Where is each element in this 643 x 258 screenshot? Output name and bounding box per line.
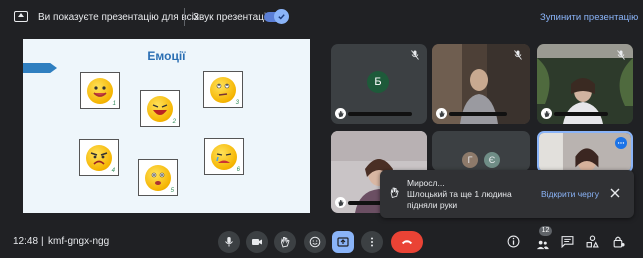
avatar: Є [484, 152, 500, 168]
reactions-button[interactable] [304, 231, 326, 253]
card-number: 3 [235, 100, 239, 106]
raised-hand-icon [436, 108, 447, 119]
camera-icon [252, 239, 262, 245]
camera-button[interactable] [246, 231, 268, 253]
present-screen-icon [14, 11, 28, 22]
presentation-bar: Ви показуєте презентацію для всіх Звук п… [0, 0, 643, 33]
notification-line: Миросл... [407, 178, 445, 188]
separator: | [41, 236, 44, 247]
people-icon[interactable] [536, 238, 549, 251]
redacted-name [554, 111, 608, 116]
chat-icon[interactable] [561, 235, 574, 248]
card-number: 2 [172, 119, 176, 125]
emoji-icon [309, 236, 321, 248]
raised-hand-icon [335, 108, 346, 119]
presentation-sound-toggle[interactable] [264, 9, 289, 24]
emoji-card-thinking: 3 [203, 71, 243, 108]
meeting-code: kmf-gngx-ngg [48, 236, 110, 247]
present-now-button[interactable] [332, 231, 354, 253]
raise-hand-button[interactable] [274, 231, 296, 253]
crying-face-icon [211, 143, 237, 170]
participants-count-badge: 12 [539, 226, 552, 236]
meeting-control-bar: 12:48 | kmf-gngx-ngg 12 [0, 226, 643, 258]
slide-decoration [23, 63, 57, 73]
microphone-button[interactable] [218, 231, 240, 253]
laughing-face-icon [147, 95, 173, 122]
stop-presentation-button[interactable]: Зупинити презентацію [540, 12, 638, 23]
emoji-card-laughing: 2 [140, 90, 180, 127]
raised-hands-notification: Миросл... Шлоцький та ще 1 людина піднял… [380, 170, 634, 218]
emoji-card-happy: 1 [80, 72, 120, 109]
card-number: 1 [112, 101, 116, 107]
mic-off-icon [514, 50, 522, 60]
slide-title: Емоції [147, 49, 186, 63]
more-options-button[interactable] [361, 231, 383, 253]
participant-name [541, 108, 608, 119]
participant-name [335, 108, 412, 119]
mic-off-icon [617, 50, 625, 60]
participant-tile[interactable]: Б [331, 44, 427, 124]
participant-tile-active[interactable] [537, 131, 633, 173]
emoji-card-crying: 6 [204, 138, 244, 175]
notification-line: Шлоцький та ще 1 людина [407, 189, 512, 199]
raised-hand-icon [335, 197, 346, 208]
notification-line: підняли руки [407, 200, 458, 210]
presentation-slide: Емоції 1 2 3 4 5 6 [23, 39, 310, 213]
redacted-name [449, 111, 507, 116]
more-options-icon[interactable] [615, 137, 627, 149]
avatar: Г [462, 152, 478, 168]
presentation-sound-label: Звук презентації [193, 12, 269, 23]
notification-message: Миросл... Шлоцький та ще 1 людина піднял… [407, 178, 537, 211]
worried-face-icon [145, 164, 171, 191]
end-call-icon [401, 240, 413, 245]
divider [184, 8, 185, 26]
happy-face-icon [87, 77, 113, 104]
more-vertical-icon [371, 237, 373, 247]
participant-name [436, 108, 507, 119]
redacted-name [348, 111, 412, 116]
leave-call-button[interactable] [391, 231, 423, 253]
open-queue-button[interactable]: Відкрити чергу [541, 189, 599, 199]
emoji-card-angry: 4 [79, 139, 119, 176]
raised-hand-icon [541, 108, 552, 119]
participant-group-tile[interactable]: Г Є [432, 131, 530, 171]
close-icon[interactable] [610, 188, 620, 198]
raise-hand-icon [281, 237, 290, 248]
mic-off-icon [411, 50, 419, 60]
present-screen-icon [337, 237, 349, 247]
host-controls-lock-icon[interactable] [612, 235, 625, 248]
info-icon[interactable] [507, 235, 520, 248]
card-number: 6 [236, 167, 240, 173]
avatar: Б [367, 71, 389, 93]
clock-time: 12:48 [13, 236, 39, 247]
thinking-face-icon [210, 76, 236, 103]
activities-icon[interactable] [586, 235, 599, 248]
card-number: 4 [111, 168, 115, 174]
microphone-icon [225, 237, 233, 247]
participant-tile[interactable] [432, 44, 530, 124]
raised-hand-icon [390, 187, 399, 198]
presenting-status-text: Ви показуєте презентацію для всіх [38, 12, 199, 23]
participant-tile[interactable] [537, 44, 633, 124]
card-number: 5 [170, 188, 174, 194]
check-icon [274, 9, 289, 24]
emoji-card-worried: 5 [138, 159, 178, 196]
angry-face-icon [86, 144, 112, 171]
